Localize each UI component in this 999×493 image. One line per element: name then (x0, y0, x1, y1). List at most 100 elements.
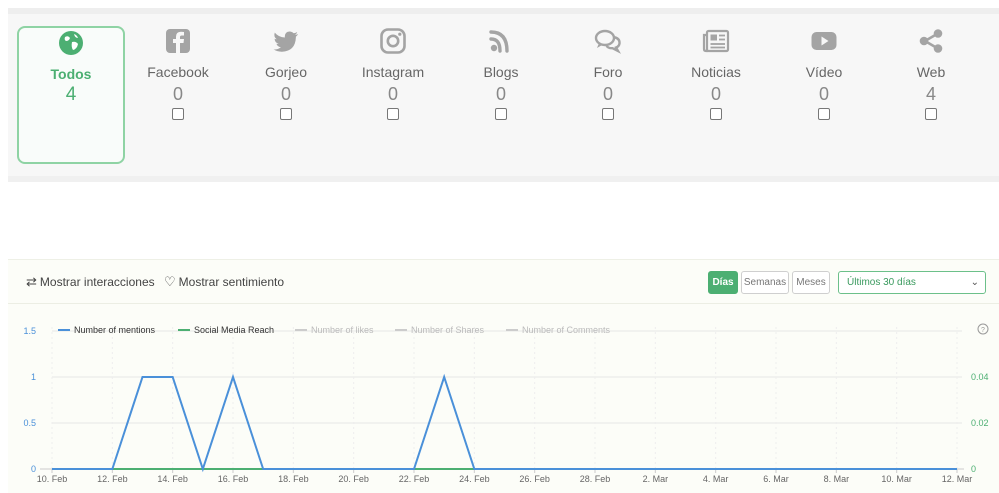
source-count: 0 (818, 84, 829, 104)
x-tick-label: 24. Feb (459, 474, 490, 484)
source-checkbox[interactable] (280, 108, 292, 120)
source-video[interactable]: Vídeo 0 (782, 26, 866, 166)
source-checkbox[interactable] (602, 108, 614, 120)
source-checkbox[interactable] (172, 108, 184, 120)
source-label: Web (916, 64, 946, 80)
source-instagram[interactable]: Instagram 0 (351, 26, 435, 166)
source-count: 4 (925, 84, 936, 104)
source-count: 0 (172, 84, 183, 104)
source-gorjeo[interactable]: Gorjeo 0 (244, 26, 328, 166)
source-label: Vídeo (805, 64, 843, 80)
source-count: 0 (280, 84, 291, 104)
granularity-weeks-button[interactable]: Semanas (741, 271, 789, 294)
source-checkbox[interactable] (710, 108, 722, 120)
source-facebook[interactable]: Facebook 0 (136, 26, 220, 166)
x-tick-label: 10. Feb (37, 474, 68, 484)
help-icon[interactable]: ? (977, 323, 989, 335)
source-count: 0 (387, 84, 398, 104)
source-label: Foro (593, 64, 623, 80)
x-axis: 10. Feb 12. Feb 14. Feb 16. Feb 18. Feb 20. F… (37, 468, 973, 484)
twitter-bird-icon (273, 31, 298, 52)
y-axis-right: 0 0.02 0.04 (971, 372, 989, 474)
source-checkbox[interactable] (818, 108, 830, 120)
show-interactions-toggle[interactable]: ⇄ Mostrar interacciones (26, 274, 155, 290)
source-foro[interactable]: Foro 0 (566, 26, 650, 166)
chart-legend: Number of mentions Social Media Reach Numb… (58, 325, 611, 335)
show-interactions-label: Mostrar interacciones (39, 275, 155, 289)
legend-label: Number of mentions (74, 325, 156, 335)
x-tick-label: 28. Feb (580, 474, 611, 484)
granularity-days-button[interactable]: Días (708, 271, 738, 294)
y-tick-label: 0.5 (23, 418, 36, 428)
heart-icon: ♡ (164, 274, 176, 289)
svg-text:?: ? (981, 327, 985, 334)
source-label: Instagram (361, 64, 425, 80)
share-icon (919, 29, 943, 53)
mentions-chart: 0 0.5 1 1.5 0 0.02 0.04 10. Feb 12. Feb 14. Feb… (23, 323, 989, 484)
source-label: Todos (50, 66, 92, 82)
source-checkbox[interactable] (495, 108, 507, 120)
y2-tick-label: 0.04 (971, 372, 989, 382)
y-tick-label: 1 (31, 372, 36, 382)
legend-label: Number of likes (311, 325, 374, 335)
x-tick-label: 14. Feb (157, 474, 188, 484)
legend-item[interactable]: Number of likes (295, 325, 374, 335)
chevron-down-icon: ⌄ (970, 277, 979, 288)
show-sentiment-toggle[interactable]: ♡ Mostrar sentimiento (164, 274, 284, 290)
y-tick-label: 0 (31, 464, 36, 474)
source-label: Gorjeo (264, 64, 308, 80)
facebook-icon (166, 29, 190, 53)
x-tick-label: 8. Mar (824, 474, 850, 484)
date-range-select[interactable]: Últimos 30 días ⌄ (838, 271, 986, 294)
show-sentiment-label: Mostrar sentimiento (178, 275, 285, 289)
top-strip (0, 0, 999, 8)
legend-item[interactable]: Number of Shares (395, 325, 485, 335)
instagram-icon (380, 28, 406, 54)
y-tick-label: 1.5 (23, 326, 36, 336)
source-blogs[interactable]: Blogs 0 (459, 26, 543, 166)
chart-grid (51, 327, 962, 469)
x-tick-label: 22. Feb (399, 474, 430, 484)
y-axis-left: 0 0.5 1 1.5 (23, 326, 36, 474)
source-checkbox[interactable] (387, 108, 399, 120)
globe-icon (59, 31, 83, 55)
panel-shadow (8, 176, 999, 182)
x-tick-label: 16. Feb (218, 474, 249, 484)
x-tick-label: 2. Mar (643, 474, 669, 484)
granularity-months-button[interactable]: Meses (792, 271, 830, 294)
rss-icon (489, 30, 509, 53)
source-count: 0 (602, 84, 613, 104)
x-tick-label: 26. Feb (519, 474, 550, 484)
x-tick-label: 20. Feb (338, 474, 369, 484)
chart-toolbar: ⇄ Mostrar interacciones ♡ Mostrar sentimie… (8, 260, 999, 304)
date-range-value: Últimos 30 días (847, 277, 916, 288)
source-web[interactable]: Web 4 (889, 26, 973, 166)
x-tick-label: 10. Mar (881, 474, 912, 484)
x-tick-label: 6. Mar (763, 474, 789, 484)
swap-arrows-icon: ⇄ (26, 274, 37, 289)
source-count: 0 (710, 84, 721, 104)
source-count: 0 (495, 84, 506, 104)
newspaper-icon (702, 29, 730, 53)
x-tick-label: 18. Feb (278, 474, 309, 484)
legend-label: Number of Shares (411, 325, 485, 335)
legend-label: Social Media Reach (194, 325, 274, 335)
source-label: Noticias (691, 64, 741, 80)
source-todos[interactable]: Todos 4 (17, 26, 125, 164)
chat-bubbles-icon (594, 29, 622, 54)
legend-item[interactable]: Number of mentions (58, 325, 156, 335)
legend-item[interactable]: Social Media Reach (178, 325, 274, 335)
youtube-icon (811, 32, 837, 50)
x-tick-label: 12. Mar (942, 474, 973, 484)
source-count: 4 (65, 84, 77, 105)
legend-label: Number of Comments (522, 325, 611, 335)
source-filter-panel: Todos 4 Facebook 0 Gorjeo 0 Instagram 0 (8, 14, 999, 178)
legend-item[interactable]: Number of Comments (506, 325, 611, 335)
source-checkbox[interactable] (925, 108, 937, 120)
source-label: Facebook (147, 64, 209, 80)
source-label: Blogs (483, 64, 519, 80)
source-noticias[interactable]: Noticias 0 (674, 26, 758, 166)
x-tick-label: 4. Mar (703, 474, 729, 484)
x-tick-label: 12. Feb (97, 474, 128, 484)
y2-tick-label: 0.02 (971, 418, 989, 428)
